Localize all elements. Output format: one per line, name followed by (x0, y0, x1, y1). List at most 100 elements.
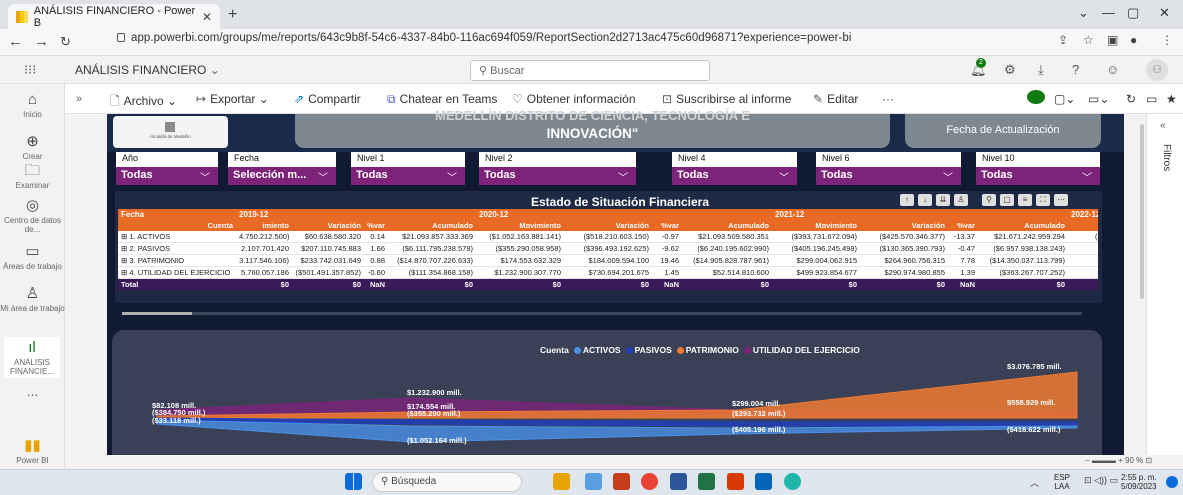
browser-tab[interactable]: ANÁLISIS FINANCIERO - Power B ✕ (8, 4, 220, 29)
nav-item-workspaces[interactable]: ▭ Áreas de trabajo (0, 243, 65, 271)
taskbar-search[interactable]: ⚲ Búsqueda (372, 472, 522, 492)
slicer-nivel-1[interactable]: Nivel 1 Todas ﹀ (351, 152, 465, 185)
more-icon[interactable]: ⋯ (1054, 194, 1068, 206)
legend-item[interactable]: ACTIVOS (583, 345, 621, 355)
filter-icon[interactable]: ≡ (1018, 194, 1032, 206)
close-tab-icon[interactable]: ✕ (202, 10, 212, 24)
legend-item[interactable]: PASIVOS (635, 345, 672, 355)
report-title[interactable]: ANÁLISIS FINANCIERO ⌄ (75, 63, 220, 77)
powerpoint-icon[interactable] (613, 473, 630, 490)
word-icon[interactable] (670, 473, 687, 490)
table-row[interactable]: ⊞ 3. PATRIMONIO 3.117.546.106) $233.742.03… (118, 254, 1098, 267)
table-row[interactable]: ⊞ 4. UTILIDAD DEL EJERCICIO 5.760.057.186… (118, 266, 1098, 279)
tab-list-chevron-icon[interactable]: ⌄ (1078, 5, 1089, 21)
minimize-button[interactable]: — (1102, 5, 1115, 20)
notification-center-icon[interactable] (1166, 476, 1178, 488)
slicer-dropdown[interactable]: Todas ﹀ (672, 167, 797, 185)
excel-icon[interactable] (698, 473, 715, 490)
nav-item-create[interactable]: ⊕ Crear (0, 133, 65, 161)
nav-powerbi[interactable]: ▮▮ Power BI (0, 437, 65, 465)
favorite-star-icon[interactable]: ★ (1166, 92, 1177, 106)
expand-nav-icon[interactable]: » (76, 93, 82, 105)
feedback-icon[interactable]: ☺ (1106, 62, 1119, 77)
slicer-dropdown[interactable]: Todas ﹀ (479, 167, 636, 185)
slicer-dropdown[interactable]: Todas ﹀ (816, 167, 961, 185)
nav-item-my-workspace[interactable]: ♙ Mi área de trabajo (0, 285, 65, 313)
close-window-button[interactable]: ✕ (1159, 5, 1170, 21)
language-indicator[interactable]: ESP LAA (1054, 473, 1070, 491)
nav-more-icon[interactable]: ... (0, 384, 65, 398)
slicer-fecha[interactable]: Fecha Selección m... ﹀ (228, 152, 336, 185)
table-row[interactable]: ⊞ 2. PASIVOS 2.107.701.420 $207.110.745.88… (118, 242, 1098, 255)
file-explorer-icon[interactable] (553, 473, 570, 490)
table-row[interactable]: ⊞ 1. ACTIVOS 4.750.212.500) $60.638.580.32… (118, 231, 1098, 243)
nav-item-current-report[interactable]: ıl ANÁLISIS FINANCIE... (4, 337, 60, 378)
network-sound-battery-icon[interactable]: ⊡ ◁)) ▭ (1084, 475, 1118, 486)
windows-start-icon[interactable] (345, 473, 362, 490)
forward-icon[interactable]: → (34, 33, 49, 50)
view-options-icon[interactable]: ▢⌄ (1054, 92, 1075, 106)
tray-chevron-icon[interactable]: ︿ (1030, 476, 1039, 489)
bookmark-star-icon[interactable]: ☆ (1083, 33, 1094, 47)
slicer-nivel-6[interactable]: Nivel 6 Todas ﹀ (816, 152, 961, 185)
subscribe-button[interactable]: ⊡ Suscribirse al informe (662, 92, 791, 106)
app-launcher-icon[interactable]: ⁝⁝⁝ (24, 62, 36, 78)
hierarchy-icon[interactable]: ♙ (954, 194, 968, 206)
office-icon[interactable] (727, 473, 744, 490)
focus-mode-icon[interactable]: ⛶ (1036, 194, 1050, 206)
nav-item-data-hub[interactable]: ◎ Centro de datos de... (0, 197, 65, 234)
expand-level-icon[interactable]: ⇊ (936, 194, 950, 206)
outlook-icon[interactable] (755, 473, 772, 490)
layout-options-icon[interactable]: ▭⌄ (1088, 92, 1109, 106)
reload-icon[interactable]: ↻ (60, 34, 71, 50)
slicer-dropdown[interactable]: Todas ﹀ (116, 167, 218, 185)
new-tab-button[interactable]: + (228, 6, 237, 24)
table-horizontal-scrollbar[interactable] (122, 312, 1082, 315)
zoom-control[interactable]: − ▬▬▬ + 90 % ⊡ (1085, 456, 1152, 465)
slicer-dropdown[interactable]: Todas ﹀ (976, 167, 1100, 185)
settings-icon[interactable]: ⚙ (1004, 62, 1016, 78)
edge-icon[interactable] (784, 473, 801, 490)
slicer-ano[interactable]: Año Todas ﹀ (116, 152, 218, 185)
file-menu[interactable]: 🗋 Archivo ⌄ (110, 92, 177, 113)
slicer-dropdown[interactable]: Selección m... ﹀ (228, 167, 336, 185)
refresh-icon[interactable]: ↻ (1126, 92, 1136, 106)
drill-down-icon[interactable]: ↓ (918, 194, 932, 206)
nav-item-browse[interactable]: 🗀 Examinar (0, 162, 65, 190)
get-insights-button[interactable]: ♡ Obtener información (512, 92, 636, 106)
edit-button[interactable]: ✎ Editar (813, 92, 858, 106)
share-button[interactable]: ⇗ Compartir (294, 92, 361, 106)
pin-icon[interactable]: ⚲ (982, 194, 996, 206)
share-page-icon[interactable]: ⇪ (1058, 33, 1068, 47)
legend-item[interactable]: UTILIDAD DEL EJERCICIO (753, 345, 860, 355)
scrollbar-thumb[interactable] (1140, 124, 1144, 299)
filters-pane[interactable]: «Filtros (1146, 114, 1183, 469)
avatar[interactable]: ⚇ (1146, 59, 1168, 81)
browser-menu-icon[interactable]: ⋮ (1161, 33, 1173, 47)
back-icon[interactable]: ← (8, 33, 23, 50)
slicer-nivel-2[interactable]: Nivel 2 Todas ﹀ (479, 152, 636, 185)
scrollbar-thumb[interactable] (122, 312, 192, 315)
chrome-icon[interactable] (641, 473, 658, 490)
url-field[interactable]: app.powerbi.com/groups/me/reports/643c9b… (117, 32, 851, 44)
collapse-icon[interactable]: « (1160, 120, 1166, 131)
side-panel-icon[interactable]: ▣ (1107, 33, 1118, 47)
export-menu[interactable]: ↦ Exportar ⌄ (196, 92, 269, 106)
help-icon[interactable]: ? (1072, 62, 1079, 77)
nav-item-home[interactable]: ⌂ Inicio (0, 91, 65, 119)
search-input[interactable]: ⚲ Buscar (470, 60, 710, 81)
legend-item[interactable]: PATRIMONIO (686, 345, 739, 355)
slicer-nivel-10[interactable]: Nivel 10 Todas ﹀ (976, 152, 1100, 185)
teams-taskbar-icon[interactable] (585, 473, 602, 490)
download-icon[interactable]: ⤓ (1038, 62, 1044, 78)
restore-button[interactable]: ▢ (1127, 5, 1139, 21)
copilot-toggle-icon[interactable] (1027, 90, 1045, 104)
chat-teams-button[interactable]: ⧉ Chatear en Teams (387, 92, 497, 107)
slicer-dropdown[interactable]: Todas ﹀ (351, 167, 465, 185)
slicer-nivel-4[interactable]: Nivel 4 Todas ﹀ (672, 152, 797, 185)
more-options-button[interactable]: ··· (882, 92, 894, 106)
comment-icon[interactable]: ▭ (1146, 92, 1157, 106)
profile-icon[interactable]: ● (1130, 33, 1137, 47)
drill-up-icon[interactable]: ↑ (900, 194, 914, 206)
page-scrollbar[interactable] (1124, 114, 1146, 469)
